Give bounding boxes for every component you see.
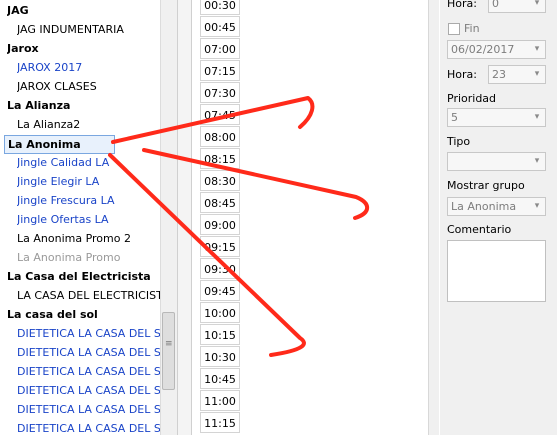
hora-start-value: 0 bbox=[492, 0, 499, 10]
time-slot[interactable]: 09:00 bbox=[200, 214, 240, 235]
time-slot[interactable]: 00:30 bbox=[200, 0, 240, 15]
time-slot[interactable]: 07:30 bbox=[200, 82, 240, 103]
comentario-label: Comentario bbox=[447, 223, 512, 236]
time-slot[interactable]: 10:00 bbox=[200, 302, 240, 323]
fin-checkbox[interactable] bbox=[448, 23, 460, 35]
tree-item-row[interactable]: DIETETICA LA CASA DEL SOL bbox=[17, 362, 160, 381]
time-slot[interactable]: 07:45 bbox=[200, 104, 240, 125]
time-slot[interactable]: 11:15 bbox=[200, 412, 240, 433]
tree-group-row[interactable]: La Alianza bbox=[7, 96, 160, 115]
fin-date-picker[interactable]: 06/02/2017 ▾ bbox=[447, 40, 546, 59]
mostrar-grupo-value: La Anonima bbox=[451, 200, 517, 213]
tree-item-row[interactable]: La Anonima Promo 2 bbox=[17, 229, 160, 248]
tree-item-row[interactable]: DIETETICA LA CASA DEL SOL bbox=[17, 419, 160, 435]
prioridad-label: Prioridad bbox=[447, 92, 497, 105]
time-slot-list[interactable]: 00:30 00:45 07:00 07:15 07:30 07:45 08:00 08:15… bbox=[200, 0, 240, 435]
chevron-down-icon: ▾ bbox=[534, 201, 540, 211]
chevron-down-icon: ▾ bbox=[534, 0, 540, 8]
time-slot[interactable]: 00:45 bbox=[200, 16, 240, 37]
tree-scrollbar[interactable]: ≡ bbox=[160, 0, 177, 435]
tree-group-row[interactable]: JAG bbox=[7, 1, 160, 20]
tree-group-row[interactable]: La casa del sol bbox=[7, 305, 160, 324]
prioridad-select[interactable]: 5 ▾ bbox=[447, 108, 546, 127]
tree-item-row[interactable]: Jingle Elegir LA bbox=[17, 172, 160, 191]
time-slot[interactable]: 08:15 bbox=[200, 148, 240, 169]
hora-end-value: 23 bbox=[492, 68, 506, 81]
hora-start-select[interactable]: 0 ▾ bbox=[488, 0, 546, 13]
time-slot[interactable]: 08:30 bbox=[200, 170, 240, 191]
tipo-label: Tipo bbox=[447, 135, 471, 148]
fin-label: Fin bbox=[464, 22, 480, 35]
panel-splitter-right[interactable] bbox=[428, 0, 439, 435]
properties-panel: Hora: 0 ▾ Fin 06/02/2017 ▾ Hora: 23 ▾ Pr… bbox=[440, 0, 557, 435]
time-slot[interactable]: 08:00 bbox=[200, 126, 240, 147]
time-slot[interactable]: 08:45 bbox=[200, 192, 240, 213]
tree-group-row[interactable]: La Anonima bbox=[4, 135, 115, 154]
time-slot[interactable]: 10:45 bbox=[200, 368, 240, 389]
tree-item-row[interactable]: La Anonima Promo bbox=[17, 248, 160, 267]
tree-item-row[interactable]: DIETETICA LA CASA DEL SOL bbox=[17, 400, 160, 419]
grip-icon: ≡ bbox=[165, 339, 173, 349]
mostrar-grupo-label: Mostrar grupo bbox=[447, 179, 525, 192]
tree-item-row[interactable]: Jingle Calidad LA bbox=[17, 153, 160, 172]
tree-group-row[interactable]: Jarox bbox=[7, 39, 160, 58]
fin-date-value: 06/02/2017 bbox=[451, 43, 515, 56]
chevron-down-icon: ▾ bbox=[534, 69, 540, 79]
tree-item-row[interactable]: DIETETICA LA CASA DEL SOL bbox=[17, 343, 160, 362]
hora-end-label: Hora: bbox=[447, 68, 477, 81]
tree-item-row[interactable]: JAG INDUMENTARIA bbox=[17, 20, 160, 39]
comentario-textarea[interactable] bbox=[447, 240, 546, 302]
tree-item-row[interactable]: JAROX CLASES bbox=[17, 77, 160, 96]
chevron-down-icon: ▾ bbox=[534, 112, 540, 122]
time-slot[interactable]: 10:15 bbox=[200, 324, 240, 345]
tree-item-row[interactable]: Jingle Frescura LA bbox=[17, 191, 160, 210]
time-slot[interactable]: 10:30 bbox=[200, 346, 240, 367]
time-slot[interactable]: 09:30 bbox=[200, 258, 240, 279]
tree-item-row[interactable]: Jingle Ofertas LA bbox=[17, 210, 160, 229]
tree-item-row[interactable]: DIETETICA LA CASA DEL SOL bbox=[17, 324, 160, 343]
time-slot[interactable]: 07:15 bbox=[200, 60, 240, 81]
tree-item-row[interactable]: DIETETICA LA CASA DEL SOL bbox=[17, 381, 160, 400]
panel-splitter[interactable] bbox=[177, 0, 192, 435]
time-slot[interactable]: 07:00 bbox=[200, 38, 240, 59]
prioridad-value: 5 bbox=[451, 111, 458, 124]
scrollbar-thumb[interactable]: ≡ bbox=[162, 312, 175, 390]
time-slot[interactable]: 09:15 bbox=[200, 236, 240, 257]
tipo-select[interactable]: ▾ bbox=[447, 152, 546, 171]
time-slot[interactable]: 11:00 bbox=[200, 390, 240, 411]
hora-end-select[interactable]: 23 ▾ bbox=[488, 65, 546, 84]
group-tree[interactable]: JAG JAG INDUMENTARIA Jarox JAROX 2017 JAROX … bbox=[0, 0, 160, 435]
tree-group-row[interactable]: La Casa del Electricista bbox=[7, 267, 160, 286]
time-slot[interactable]: 09:45 bbox=[200, 280, 240, 301]
mostrar-grupo-select[interactable]: La Anonima ▾ bbox=[447, 197, 546, 216]
tree-item-row[interactable]: La Alianza2 bbox=[17, 115, 160, 134]
tree-item-row[interactable]: LA CASA DEL ELECTRICISTA bbox=[17, 286, 160, 305]
chevron-down-icon: ▾ bbox=[534, 44, 540, 54]
tree-item-row[interactable]: JAROX 2017 bbox=[17, 58, 160, 77]
chevron-down-icon: ▾ bbox=[534, 156, 540, 166]
hora-label: Hora: bbox=[447, 0, 477, 10]
